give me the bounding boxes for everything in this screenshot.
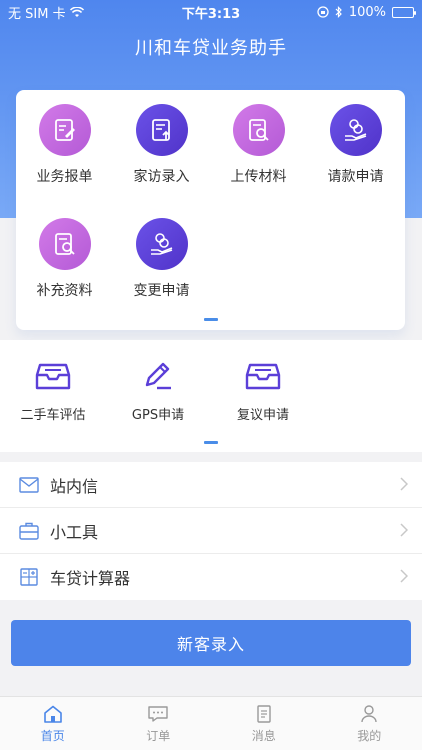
bottom-tab-bar: 首页 订单 消息 我的 xyxy=(0,696,422,750)
new-customer-button[interactable]: 新客录入 xyxy=(11,620,411,666)
inbox-tray-icon xyxy=(33,358,73,394)
grid-item-label: 变更申请 xyxy=(133,283,190,299)
grid-item-supplement-info[interactable]: 补充资料 xyxy=(16,204,113,314)
battery-icon xyxy=(392,6,416,18)
list-item-tools[interactable]: 小工具 xyxy=(0,508,422,554)
pencil-icon xyxy=(138,358,178,394)
page-indicator xyxy=(204,441,218,444)
chat-icon xyxy=(148,706,168,722)
grid-item-label: 家访录入 xyxy=(133,169,190,185)
tab-orders[interactable]: 订单 xyxy=(106,697,212,750)
list-item-label: 站内信 xyxy=(50,476,99,496)
upload-search-icon xyxy=(232,104,285,156)
visit-upload-icon xyxy=(135,104,188,156)
calculator-icon xyxy=(18,566,40,588)
grid-item-label: 请款申请 xyxy=(327,169,384,185)
tool-item-label: 二手车评估 xyxy=(20,408,86,423)
supplement-search-icon xyxy=(38,218,91,270)
person-icon xyxy=(361,705,377,723)
grid-item-label: 补充资料 xyxy=(36,283,93,299)
chevron-right-icon xyxy=(400,569,408,583)
grid-item-home-visit[interactable]: 家访录入 xyxy=(113,90,210,200)
tab-label: 我的 xyxy=(357,729,382,743)
wifi-icon xyxy=(69,6,84,17)
inbox-tray-icon xyxy=(243,358,283,394)
tab-messages[interactable]: 消息 xyxy=(211,697,317,750)
grid-item-label: 业务报单 xyxy=(36,169,93,185)
bluetooth-icon xyxy=(335,6,342,18)
list-item-loan-calculator[interactable]: 车贷计算器 xyxy=(0,554,422,600)
grid-item-change-request[interactable]: 变更申请 xyxy=(113,204,210,314)
tool-item-reconsideration[interactable]: 复议申请 xyxy=(213,340,313,430)
list-item-label: 车贷计算器 xyxy=(50,569,131,588)
tab-mine[interactable]: 我的 xyxy=(317,697,422,750)
tool-item-label: GPS申请 xyxy=(131,408,185,423)
grid-item-label: 上传材料 xyxy=(230,169,287,185)
page-indicator xyxy=(204,318,218,321)
chevron-right-icon xyxy=(400,523,408,537)
battery-percent: 100% xyxy=(348,4,386,20)
tool-item-gps-request[interactable]: GPS申请 xyxy=(108,340,208,430)
chevron-right-icon xyxy=(400,477,408,491)
list-item-messages[interactable]: 站内信 xyxy=(0,462,422,508)
list-item-label: 小工具 xyxy=(50,522,99,542)
carrier-text: 无 SIM 卡 xyxy=(8,6,66,22)
home-icon xyxy=(43,705,62,723)
toolbox-icon xyxy=(18,520,40,542)
tab-label: 首页 xyxy=(40,729,65,743)
tool-item-used-car-eval[interactable]: 二手车评估 xyxy=(3,340,103,430)
document-icon xyxy=(257,705,271,723)
grid-item-business-report[interactable]: 业务报单 xyxy=(16,90,113,200)
rotation-lock-icon xyxy=(317,6,329,18)
app-title: 川和车贷业务助手 xyxy=(135,38,287,59)
mail-icon xyxy=(18,474,40,496)
main-function-card: 业务报单 家访录入 上传材料 请款申请 补充资料 变更申请 xyxy=(16,90,405,330)
tool-item-label: 复议申请 xyxy=(236,408,289,423)
report-form-icon xyxy=(38,104,91,156)
tab-label: 消息 xyxy=(251,729,276,743)
status-bar: 无 SIM 卡 下午3:13 100% xyxy=(0,0,422,24)
tab-home[interactable]: 首页 xyxy=(0,697,106,750)
grid-item-upload-materials[interactable]: 上传材料 xyxy=(210,90,307,200)
coin-hand-icon xyxy=(329,104,382,156)
coin-hand-icon xyxy=(135,218,188,270)
menu-list: 站内信 小工具 车贷计算器 xyxy=(0,462,422,600)
status-time: 下午3:13 xyxy=(181,6,241,22)
tools-section: 二手车评估 GPS申请 复议申请 xyxy=(0,340,422,452)
tab-label: 订单 xyxy=(146,729,171,743)
grid-item-payment-request[interactable]: 请款申请 xyxy=(307,90,404,200)
